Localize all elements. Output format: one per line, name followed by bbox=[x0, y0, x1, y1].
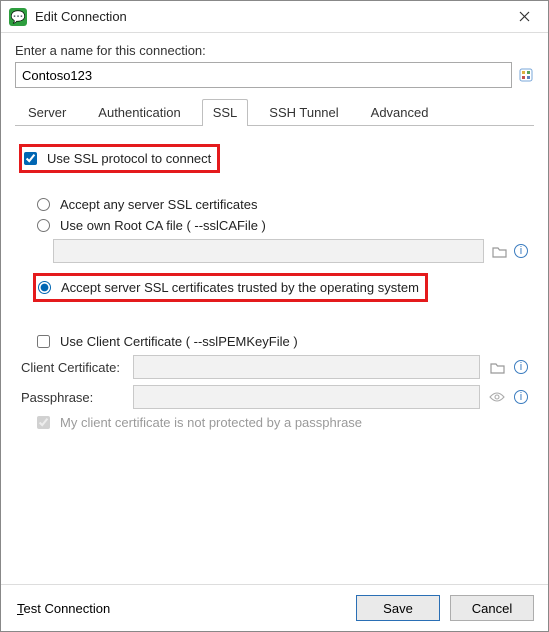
radio-accept-os-label: Accept server SSL certificates trusted b… bbox=[61, 280, 419, 295]
no-passphrase-checkbox bbox=[37, 416, 50, 429]
tab-ssl[interactable]: SSL bbox=[202, 99, 249, 126]
close-icon bbox=[519, 11, 530, 22]
tab-authentication[interactable]: Authentication bbox=[87, 99, 191, 126]
passphrase-input bbox=[133, 385, 480, 409]
tab-server[interactable]: Server bbox=[17, 99, 77, 126]
info-client-cert-icon[interactable]: i bbox=[514, 360, 528, 374]
save-button[interactable]: Save bbox=[356, 595, 440, 621]
name-label: Enter a name for this connection: bbox=[15, 43, 534, 58]
tab-advanced[interactable]: Advanced bbox=[360, 99, 440, 126]
app-icon: 💬 bbox=[9, 8, 27, 26]
radio-accept-any-label: Accept any server SSL certificates bbox=[60, 197, 258, 212]
connection-name-input[interactable] bbox=[15, 62, 512, 88]
test-connection-button[interactable]: Test Connection bbox=[15, 595, 112, 621]
radio-accept-any[interactable] bbox=[37, 198, 50, 211]
window-title: Edit Connection bbox=[35, 9, 504, 24]
client-cert-input bbox=[133, 355, 480, 379]
tabs: Server Authentication SSL SSH Tunnel Adv… bbox=[15, 98, 534, 126]
use-client-cert-checkbox[interactable] bbox=[37, 335, 50, 348]
radio-own-ca-label: Use own Root CA file ( --sslCAFile ) bbox=[60, 218, 266, 233]
use-ssl-label: Use SSL protocol to connect bbox=[47, 151, 211, 166]
use-client-cert-label: Use Client Certificate ( --sslPEMKeyFile… bbox=[60, 334, 298, 349]
name-options-icon[interactable] bbox=[518, 67, 534, 83]
client-cert-label: Client Certificate: bbox=[21, 360, 125, 375]
passphrase-label: Passphrase: bbox=[21, 390, 125, 405]
dialog-content: Enter a name for this connection: Server… bbox=[1, 33, 548, 584]
dialog-footer: Test Connection Save Cancel bbox=[1, 584, 548, 631]
browse-ca-file-icon[interactable] bbox=[490, 242, 508, 260]
tab-ssh-tunnel[interactable]: SSH Tunnel bbox=[258, 99, 349, 126]
close-button[interactable] bbox=[504, 3, 544, 31]
use-ssl-checkbox[interactable] bbox=[24, 152, 37, 165]
info-ca-file-icon[interactable]: i bbox=[514, 244, 528, 258]
highlight-accept-os: Accept server SSL certificates trusted b… bbox=[33, 273, 428, 302]
titlebar: 💬 Edit Connection bbox=[1, 1, 548, 33]
ca-file-input bbox=[53, 239, 484, 263]
radio-accept-os[interactable] bbox=[38, 281, 51, 294]
tab-body-ssl: Use SSL protocol to connect Accept any s… bbox=[15, 126, 534, 584]
dialog-window: 💬 Edit Connection Enter a name for this … bbox=[0, 0, 549, 632]
radio-own-ca[interactable] bbox=[37, 219, 50, 232]
info-passphrase-icon[interactable]: i bbox=[514, 390, 528, 404]
browse-client-cert-icon[interactable] bbox=[488, 358, 506, 376]
no-passphrase-label: My client certificate is not protected b… bbox=[60, 415, 362, 430]
name-row bbox=[15, 62, 534, 88]
highlight-use-ssl: Use SSL protocol to connect bbox=[19, 144, 220, 173]
reveal-passphrase-icon[interactable] bbox=[488, 388, 506, 406]
cancel-button[interactable]: Cancel bbox=[450, 595, 534, 621]
